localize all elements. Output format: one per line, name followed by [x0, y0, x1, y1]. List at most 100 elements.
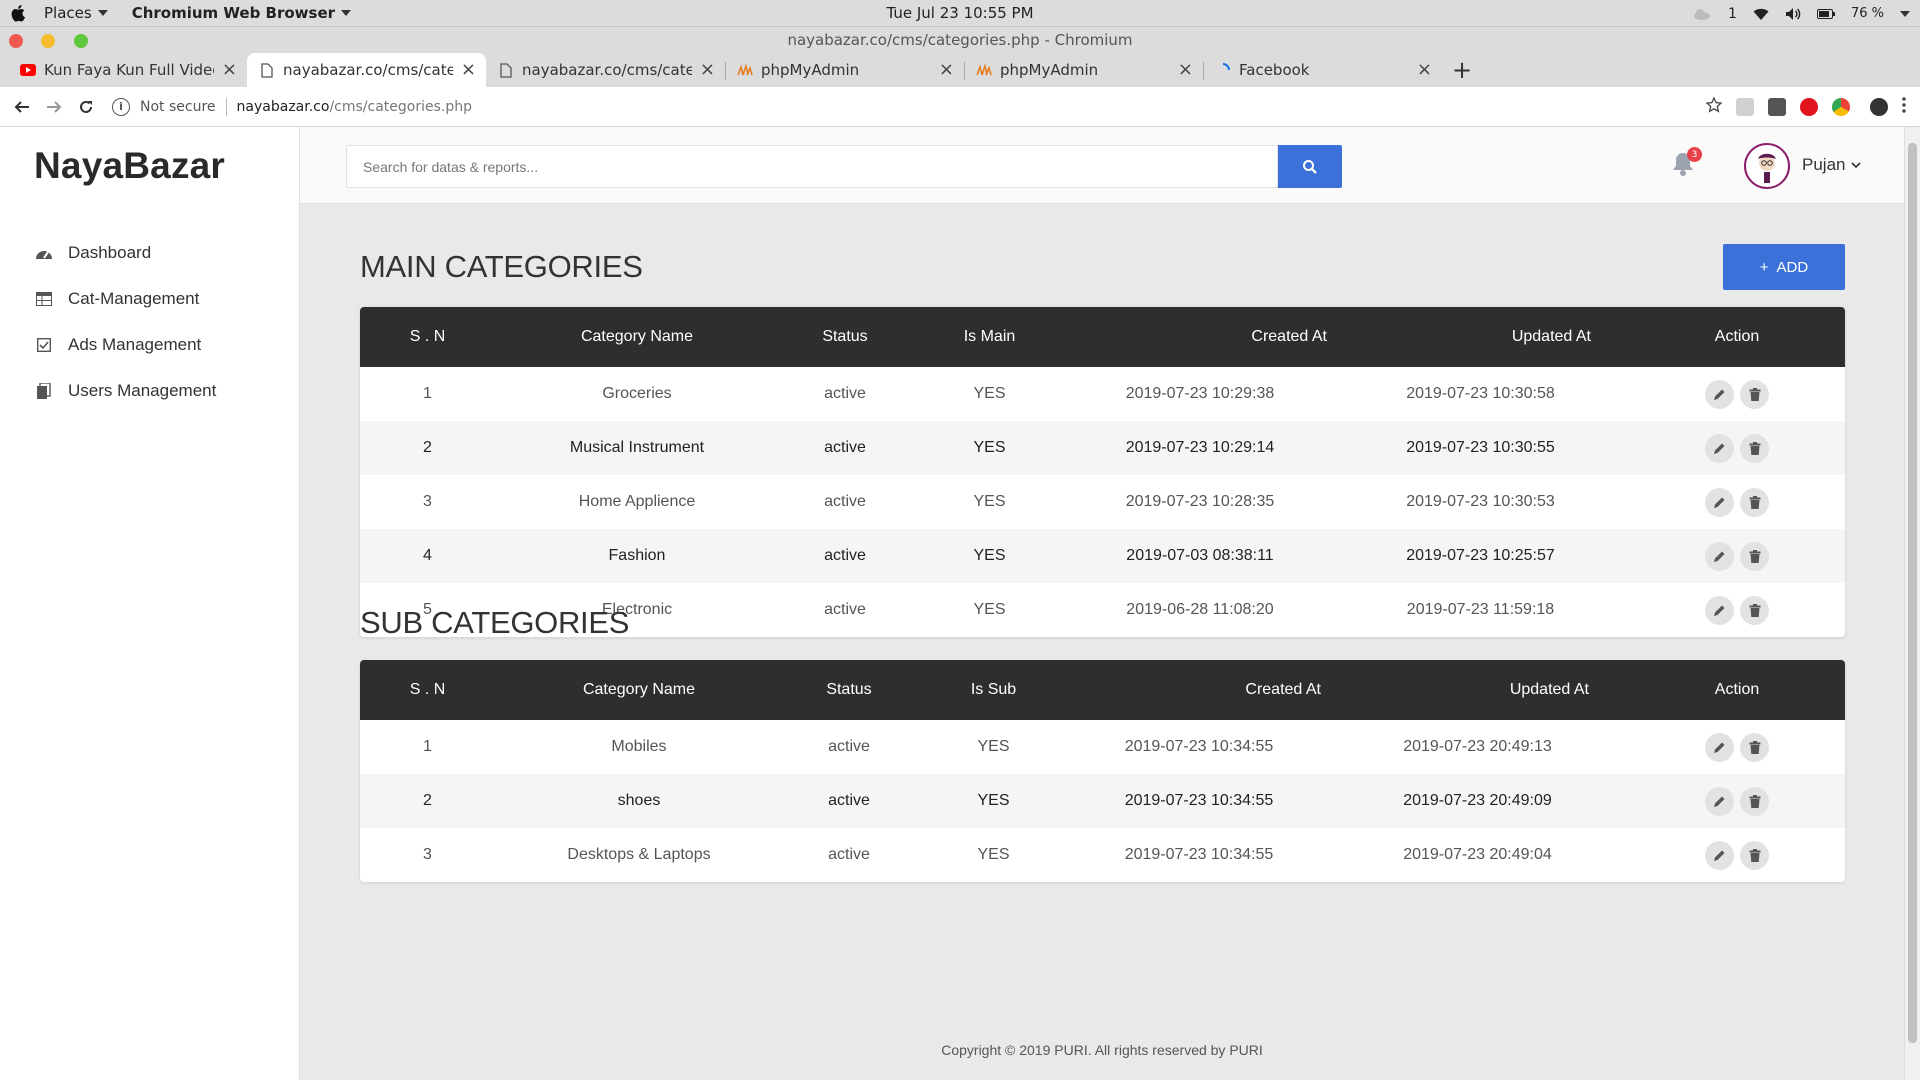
search-icon: [1303, 159, 1317, 174]
brand-logo[interactable]: NayaBazar: [0, 127, 300, 204]
sidebar-item-ads-management[interactable]: Ads Management: [34, 335, 201, 355]
back-button[interactable]: [6, 91, 38, 123]
workspace-indicator[interactable]: 1: [1728, 6, 1737, 22]
search-input[interactable]: [346, 145, 1278, 188]
plus-icon: +: [1759, 258, 1769, 276]
edit-button[interactable]: [1705, 433, 1734, 463]
delete-button[interactable]: [1740, 840, 1769, 870]
sidebar-item-dashboard[interactable]: Dashboard: [34, 243, 151, 263]
avatar[interactable]: [1744, 143, 1790, 189]
table-cell: 2019-07-23 11:59:18: [1406, 601, 1555, 618]
download-extension-icon[interactable]: [1768, 98, 1786, 116]
apple-icon[interactable]: [6, 0, 32, 27]
close-icon[interactable]: ×: [1178, 61, 1193, 79]
opera-extension-icon[interactable]: [1800, 98, 1818, 116]
edit-button[interactable]: [1705, 840, 1734, 870]
address-bar[interactable]: i Not secure nayabazar.co/cms/categories…: [112, 92, 1692, 122]
column-header[interactable]: Created At: [1072, 660, 1326, 720]
table-cell: Desktops & Laptops: [567, 846, 711, 863]
bookmark-star-icon[interactable]: [1705, 96, 1723, 117]
volume-icon[interactable]: [1785, 7, 1801, 21]
toolbar-actions: [1705, 87, 1920, 127]
delete-button[interactable]: [1740, 433, 1769, 463]
delete-button[interactable]: [1740, 541, 1769, 571]
battery-icon[interactable]: [1816, 8, 1835, 19]
close-icon[interactable]: ×: [700, 61, 715, 79]
action-cell: [1629, 421, 1845, 475]
cloud-icon[interactable]: [1692, 7, 1712, 21]
table-icon: [34, 289, 54, 309]
column-header[interactable]: Updated At: [1332, 307, 1629, 367]
action-cell: [1629, 720, 1845, 774]
column-header[interactable]: Updated At: [1326, 660, 1629, 720]
tab-categories-active[interactable]: nayabazar.co/cms/catego ×: [247, 53, 486, 87]
chevron-down-icon[interactable]: [1900, 10, 1910, 17]
row-actions: [1629, 487, 1845, 517]
table-row: 2 Musical Instrument active YES 2019-07-23 1…: [360, 421, 1845, 475]
table-cell: 2019-07-23 10:34:55: [1124, 846, 1274, 863]
column-header[interactable]: S . N: [360, 660, 495, 720]
phpmyadmin-icon: [737, 62, 753, 78]
app-menu[interactable]: Chromium Web Browser: [120, 0, 363, 27]
edit-button[interactable]: [1705, 786, 1734, 816]
os-clock[interactable]: Tue Jul 23 10:55 PM: [886, 0, 1033, 27]
column-header[interactable]: Category Name: [495, 660, 783, 720]
reload-icon: [80, 100, 92, 113]
reload-button[interactable]: [70, 91, 102, 123]
delete-button[interactable]: [1740, 732, 1769, 762]
search-button[interactable]: [1278, 145, 1342, 188]
chevron-down-icon: [341, 10, 352, 16]
places-menu[interactable]: Places: [32, 0, 120, 27]
main-categories-title: MAIN CATEGORIES: [360, 249, 643, 284]
tab-youtube[interactable]: Kun Faya Kun Full Video S ×: [8, 53, 247, 87]
edit-button[interactable]: [1705, 595, 1734, 625]
table-cell: 2019-07-23 10:28:35: [1125, 493, 1275, 510]
column-header[interactable]: Created At: [1068, 307, 1332, 367]
page-scrollbar[interactable]: [1904, 127, 1920, 1080]
add-category-button[interactable]: + ADD: [1723, 244, 1845, 290]
sidebar-item-cat-management[interactable]: Cat-Management: [34, 289, 199, 309]
user-avatar-icon: [1758, 153, 1776, 183]
wifi-icon[interactable]: [1753, 7, 1769, 21]
table-cell: active: [828, 738, 870, 755]
more-menu-icon[interactable]: [1902, 97, 1906, 117]
column-header[interactable]: Is Main: [911, 307, 1068, 367]
edit-button[interactable]: [1705, 487, 1734, 517]
tab-phpmyadmin[interactable]: phpMyAdmin ×: [964, 53, 1203, 87]
close-icon[interactable]: ×: [939, 61, 954, 79]
table-cell: 2019-07-03 08:38:11: [1126, 547, 1274, 564]
column-header[interactable]: Status: [779, 307, 911, 367]
action-cell: [1629, 774, 1845, 828]
close-icon[interactable]: ×: [461, 61, 476, 79]
tab-facebook[interactable]: Facebook ×: [1203, 53, 1442, 87]
sidebar-item-users-management[interactable]: Users Management: [34, 381, 216, 401]
forward-button[interactable]: [38, 91, 70, 123]
close-icon[interactable]: ×: [1417, 61, 1432, 79]
chrome-extension-icon[interactable]: [1832, 98, 1850, 116]
column-header[interactable]: Is Sub: [915, 660, 1072, 720]
close-icon[interactable]: ×: [222, 61, 237, 79]
delete-button[interactable]: [1740, 786, 1769, 816]
profile-avatar-icon[interactable]: [1870, 98, 1888, 116]
delete-button[interactable]: [1740, 595, 1769, 625]
tab-label: nayabazar.co/cms/catego: [522, 61, 692, 79]
extension-icon[interactable]: [1736, 98, 1754, 116]
pencil-icon: [1714, 497, 1725, 508]
edit-button[interactable]: [1705, 379, 1734, 409]
action-cell: [1629, 367, 1845, 421]
info-icon[interactable]: i: [112, 97, 130, 116]
tab-categories[interactable]: nayabazar.co/cms/catego ×: [486, 53, 725, 87]
tab-phpmyadmin[interactable]: phpMyAdmin ×: [725, 53, 964, 87]
scrollbar-thumb[interactable]: [1908, 143, 1917, 1043]
user-menu[interactable]: Pujan: [1802, 155, 1862, 175]
new-tab-button[interactable]: +: [1442, 53, 1482, 87]
edit-button[interactable]: [1705, 541, 1734, 571]
delete-button[interactable]: [1740, 379, 1769, 409]
delete-button[interactable]: [1740, 487, 1769, 517]
table-cell: 2019-06-28 11:08:20: [1126, 601, 1274, 618]
column-header[interactable]: Status: [783, 660, 915, 720]
edit-button[interactable]: [1705, 732, 1734, 762]
column-header[interactable]: S . N: [360, 307, 495, 367]
table-cell: 2019-07-23 20:49:09: [1403, 792, 1552, 809]
column-header[interactable]: Category Name: [495, 307, 779, 367]
